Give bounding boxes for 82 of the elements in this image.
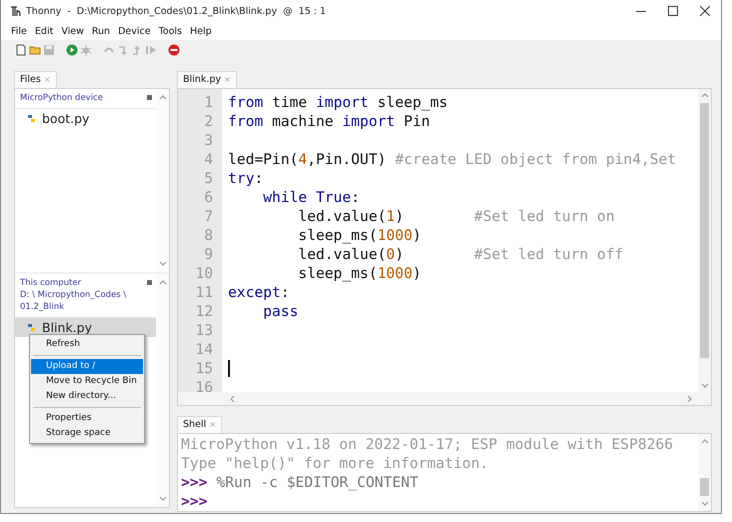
menu-item[interactable]: Run [88,26,114,36]
line-number: 11 [194,282,214,302]
file-name: boot.py [42,110,90,126]
section-title: This computer [20,276,82,288]
shell-output: Type "help()" for more information. [181,454,489,472]
line-number: 6 [203,188,214,206]
menu-item[interactable]: Tools [154,26,186,36]
panel-menu-icon[interactable] [147,280,152,284]
scroll-down-icon[interactable] [158,258,168,268]
line-number: 7 [203,206,214,226]
code-editor[interactable] [177,88,712,406]
code-line[interactable]: led.value(0) #Set led turn off [298,244,624,264]
scroll-up-icon[interactable] [700,436,710,446]
python-file-icon [27,114,36,122]
scroll-down-icon[interactable] [700,498,710,508]
code-line[interactable]: led.value(1) #Set led turn on [298,206,615,226]
window-title: Thonny - D:\Micropython_Codes\01.2_Blink\Blink.py @ 15 : 1 [26,6,327,16]
line-number: 13 [194,320,214,340]
menu-option[interactable]: Refresh [31,337,143,352]
line-number: 3 [203,130,214,150]
line-number: 10 [194,264,214,282]
line-number: 2 [203,112,214,130]
code-line[interactable]: sleep_ms(1000) [298,264,422,282]
scroll-down-icon[interactable] [158,494,168,503]
tab-label[interactable]: Files [20,74,41,85]
menu-option[interactable]: Move to Recycle Bin [31,374,143,389]
code-line[interactable]: while True: [263,188,360,206]
menu-option[interactable]: New directory... [31,389,143,404]
menu-item[interactable]: View [57,26,88,36]
menu-option[interactable]: Upload to / [31,359,143,374]
run-icon[interactable] [66,44,78,56]
code-line[interactable]: from machine import Pin [228,112,430,130]
code-line[interactable]: sleep_ms(1000) [298,226,422,244]
line-number: 5 [203,168,214,188]
line-number: 4 [203,150,214,168]
shell-output: MicroPython v1.18 on 2022-01-17; ESP module with ESP8266 [181,434,674,454]
menu-item[interactable]: Help [186,26,216,36]
panel-menu-icon[interactable] [147,94,152,100]
shell-console[interactable]: MicroPython v1.18 on 2022-01-17; ESP module with ESP8266 Type "help()" for more information. >>> %Run -c $EDITOR_CONTENT >>> [177,432,712,512]
scroll-up-icon[interactable] [158,92,168,102]
folder-path: D: \ Micropython_Codes \ [20,288,126,300]
line-number: 8 [203,226,214,244]
tab-label[interactable]: Shell [183,419,206,430]
line-number: 14 [194,340,214,358]
panel-tab[interactable]: Blink.py × [177,70,237,88]
file-name: Blink.py [42,320,92,334]
menu-item[interactable]: File [7,26,31,36]
line-number: 1 [203,92,214,112]
close-icon[interactable] [700,6,710,16]
scroll-up-icon[interactable] [158,278,168,286]
code-line[interactable]: except: [228,282,290,302]
code-line[interactable]: led=Pin(4,Pin.OUT) #create LED object from pin4,Set [228,150,676,168]
app-logo-icon [11,6,21,16]
menu-item[interactable]: Device [114,26,155,36]
shell-command: %Run -c $EDITOR_CONTENT [216,472,418,492]
folder-icon[interactable] [29,44,41,56]
maximize-icon[interactable] [668,6,678,16]
shell-prompt: >>> [181,492,208,510]
scroll-down-icon[interactable] [700,381,710,390]
line-number: 9 [203,244,214,264]
line-number: 15 [194,358,214,378]
menu-option[interactable]: Storage space [31,426,143,441]
code-line[interactable]: pass [263,302,298,320]
line-number: 16 [194,378,214,396]
scrollbar-thumb[interactable] [700,478,709,496]
menu-option[interactable]: Properties [31,411,143,426]
section-title: MicroPython device [20,92,103,104]
panel-tab[interactable]: Files × [14,70,57,88]
shell-prompt: >>> [181,472,208,492]
scroll-up-icon[interactable] [700,90,710,100]
stop-icon[interactable] [168,44,180,56]
menu-item[interactable]: Edit [30,26,58,36]
tab-label[interactable]: Blink.py [183,74,221,85]
python-file-icon [27,322,36,332]
folder-path: 01.2_Blink [20,300,66,312]
code-line[interactable]: from time import sleep_ms [228,92,448,112]
tree-row[interactable]: boot.py [15,108,156,128]
scrollbar-thumb[interactable] [700,102,709,358]
code-line[interactable]: try: [228,168,264,188]
panel-tab[interactable]: Shell × [177,416,222,432]
line-number: 12 [194,302,214,320]
new-file-icon[interactable] [15,44,27,56]
